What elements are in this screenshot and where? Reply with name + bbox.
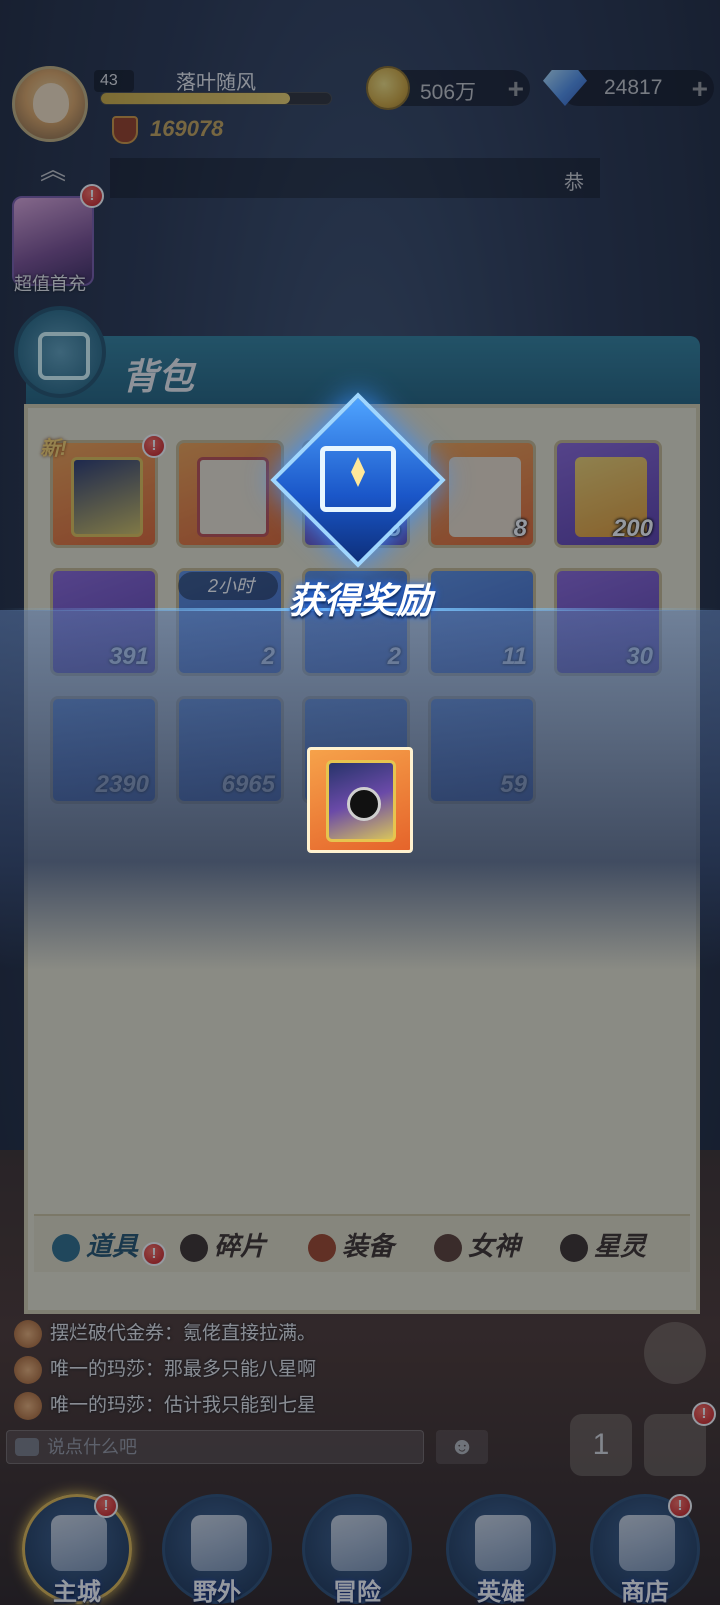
goddess-tab-icon bbox=[434, 1234, 462, 1263]
chat-text: 摆烂破代金券：氪佬直接拉满。 bbox=[50, 1323, 317, 1344]
add-gold-button[interactable]: + bbox=[508, 73, 524, 105]
backpack-emblem-icon bbox=[14, 306, 106, 398]
nav-adventure-label: 冒险 bbox=[333, 1579, 381, 1605]
announcement-marquee: 恭 bbox=[110, 158, 600, 198]
tab-star-spirit-label: 星灵 bbox=[594, 1231, 647, 1261]
tab-star-spirit[interactable]: 星灵 bbox=[560, 1224, 646, 1268]
power-shield-icon bbox=[112, 116, 138, 144]
card-icon bbox=[71, 457, 143, 537]
nav-heroes-label: 英雄 bbox=[477, 1579, 525, 1605]
nav-shop-label: 商店 bbox=[621, 1579, 669, 1605]
portal-icon bbox=[191, 1515, 247, 1571]
tab-equipment-label: 装备 bbox=[342, 1231, 395, 1261]
chat-input[interactable]: 说点什么吧 bbox=[6, 1430, 424, 1464]
alert-badge-item: ! bbox=[142, 434, 166, 458]
tab-fragments-label: 碎片 bbox=[214, 1231, 267, 1261]
treasure-chest-icon bbox=[197, 457, 269, 537]
alert-badge-backpack: ! bbox=[692, 1402, 716, 1426]
item-slot[interactable] bbox=[176, 440, 284, 548]
tab-goddess[interactable]: 女神 bbox=[434, 1224, 520, 1268]
chat-text: 唯一的玛莎：那最多只能八星啊 bbox=[50, 1359, 317, 1380]
item-slot[interactable]: 8 bbox=[428, 440, 536, 548]
new-item-tag: 新! bbox=[40, 438, 67, 460]
xp-bar bbox=[100, 92, 332, 105]
alert-badge-nav-city: ! bbox=[94, 1494, 118, 1518]
tab-items-label: 道具 bbox=[86, 1231, 139, 1261]
emoji-button[interactable]: ☻ bbox=[436, 1430, 488, 1464]
hero-card-icon bbox=[326, 760, 396, 842]
friends-icon[interactable] bbox=[644, 1322, 706, 1384]
nav-wild-label: 野外 bbox=[193, 1579, 241, 1605]
shop-icon bbox=[619, 1515, 675, 1571]
backpack-tab-bar: 道具 碎片 装备 女神 星灵 bbox=[34, 1214, 690, 1272]
item-count: 8 bbox=[513, 515, 527, 542]
tab-goddess-label: 女神 bbox=[468, 1231, 521, 1261]
items-tab-icon bbox=[52, 1234, 80, 1263]
gold-coin-icon bbox=[366, 66, 410, 110]
collapse-arrow-icon[interactable]: ︽ bbox=[40, 150, 66, 187]
chat-message: 摆烂破代金券：氪佬直接拉满。 bbox=[14, 1318, 316, 1348]
xp-bar-fill bbox=[101, 93, 290, 104]
sword-icon bbox=[331, 1515, 387, 1571]
nav-main-city-label: 主城 bbox=[53, 1579, 101, 1605]
alert-badge-nav-shop: ! bbox=[668, 1494, 692, 1518]
chat-message: 唯一的玛莎：那最多只能八星啊 bbox=[14, 1354, 316, 1384]
item-count: 200 bbox=[612, 515, 653, 542]
gem-value: 24817 bbox=[604, 76, 663, 99]
helmet-icon bbox=[475, 1515, 531, 1571]
item-slot[interactable]: 200 bbox=[554, 440, 662, 548]
reward-chest-glyph-icon bbox=[320, 446, 396, 512]
add-gem-button[interactable]: + bbox=[692, 73, 708, 105]
backpack-title: 背包 bbox=[122, 356, 195, 397]
marquee-text: 恭 bbox=[564, 172, 584, 194]
gem-counter: 24817 + bbox=[560, 70, 714, 106]
tab-equipment[interactable]: 装备 bbox=[308, 1224, 394, 1268]
first-recharge-label: 超值首充 bbox=[14, 274, 86, 294]
gold-value: 506万 bbox=[420, 81, 477, 104]
reward-title: 获得奖励 bbox=[287, 580, 432, 621]
star-tab-icon bbox=[560, 1234, 588, 1263]
player-avatar[interactable] bbox=[12, 66, 88, 142]
chat-avatar bbox=[14, 1391, 42, 1420]
player-level: 43 bbox=[94, 70, 134, 92]
combat-power: 169078 bbox=[150, 116, 224, 141]
scroll-icon bbox=[449, 457, 521, 537]
reward-item[interactable] bbox=[307, 747, 413, 853]
equipment-tab-icon bbox=[308, 1234, 336, 1263]
tab-items[interactable]: 道具 bbox=[52, 1224, 138, 1268]
tab-fragments[interactable]: 碎片 bbox=[180, 1224, 266, 1268]
chat-avatar bbox=[14, 1355, 42, 1384]
chat-message: 唯一的玛莎：估计我只能到七星 bbox=[14, 1390, 316, 1420]
castle-icon bbox=[51, 1515, 107, 1571]
player-name: 落叶随风 bbox=[176, 72, 256, 94]
chat-text: 唯一的玛莎：估计我只能到七星 bbox=[50, 1395, 317, 1416]
chat-avatar bbox=[14, 1319, 42, 1348]
alert-badge-promo: ! bbox=[80, 184, 104, 208]
alert-badge-tab: ! bbox=[142, 1242, 166, 1266]
ranking-button[interactable]: 1 bbox=[570, 1414, 632, 1476]
fragments-tab-icon bbox=[180, 1234, 208, 1263]
